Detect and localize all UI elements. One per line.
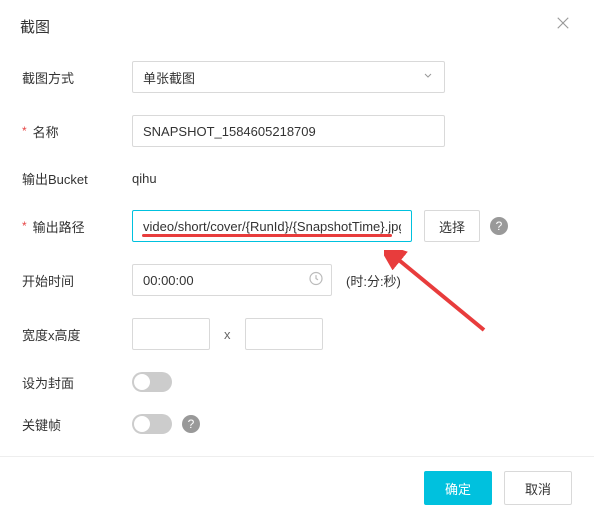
chevron-down-icon (422, 70, 434, 85)
label-keyframe: 关键帧 (22, 415, 132, 434)
row-keyframe: 关键帧 ? (22, 414, 572, 434)
height-input[interactable] (245, 318, 323, 350)
required-mark: * (22, 124, 27, 138)
ok-button[interactable]: 确定 (424, 471, 492, 505)
help-icon[interactable]: ? (490, 217, 508, 235)
label-size-text: 宽度x高度 (22, 325, 81, 344)
start-time-hint: (时:分:秒) (346, 271, 401, 290)
label-cover: 设为封面 (22, 373, 132, 392)
width-input[interactable] (132, 318, 210, 350)
cancel-button[interactable]: 取消 (504, 471, 572, 505)
label-start-text: 开始时间 (22, 271, 74, 290)
screenshot-dialog: 截图 截图方式 单张截图 * 名称 (0, 0, 594, 518)
label-name: * 名称 (22, 122, 132, 141)
label-bucket: 输出Bucket (22, 169, 132, 188)
row-name: * 名称 (22, 115, 572, 147)
mode-select[interactable]: 单张截图 (132, 61, 445, 93)
label-start: 开始时间 (22, 271, 132, 290)
cover-toggle[interactable] (132, 372, 172, 392)
row-path: * 输出路径 选择 ? (22, 210, 572, 242)
row-size: 宽度x高度 x (22, 318, 572, 350)
dialog-footer: 确定 取消 (0, 456, 594, 519)
label-mode: 截图方式 (22, 68, 132, 87)
mode-select-value: 单张截图 (143, 68, 195, 87)
name-input[interactable] (132, 115, 445, 147)
start-time-input[interactable] (132, 264, 332, 296)
label-keyframe-text: 关键帧 (22, 415, 61, 434)
keyframe-toggle[interactable] (132, 414, 172, 434)
close-icon[interactable] (554, 14, 574, 34)
size-separator: x (224, 327, 231, 342)
row-bucket: 输出Bucket qihu (22, 169, 572, 188)
label-path-text: 输出路径 (33, 217, 85, 236)
row-start: 开始时间 (时:分:秒) (22, 264, 572, 296)
label-cover-text: 设为封面 (22, 373, 74, 392)
help-icon[interactable]: ? (182, 415, 200, 433)
required-mark: * (22, 219, 27, 233)
label-mode-text: 截图方式 (22, 68, 74, 87)
clock-icon (308, 271, 324, 290)
label-name-text: 名称 (33, 122, 59, 141)
output-path-input[interactable] (132, 210, 412, 242)
dialog-header: 截图 (0, 0, 594, 51)
select-path-button[interactable]: 选择 (424, 210, 480, 242)
bucket-value: qihu (132, 171, 157, 186)
row-mode: 截图方式 单张截图 (22, 61, 572, 93)
label-bucket-text: 输出Bucket (22, 169, 88, 188)
label-path: * 输出路径 (22, 217, 132, 236)
dialog-body: 截图方式 单张截图 * 名称 输出Bucket (0, 51, 594, 456)
row-cover: 设为封面 (22, 372, 572, 392)
label-size: 宽度x高度 (22, 325, 132, 344)
dialog-title: 截图 (20, 16, 574, 37)
